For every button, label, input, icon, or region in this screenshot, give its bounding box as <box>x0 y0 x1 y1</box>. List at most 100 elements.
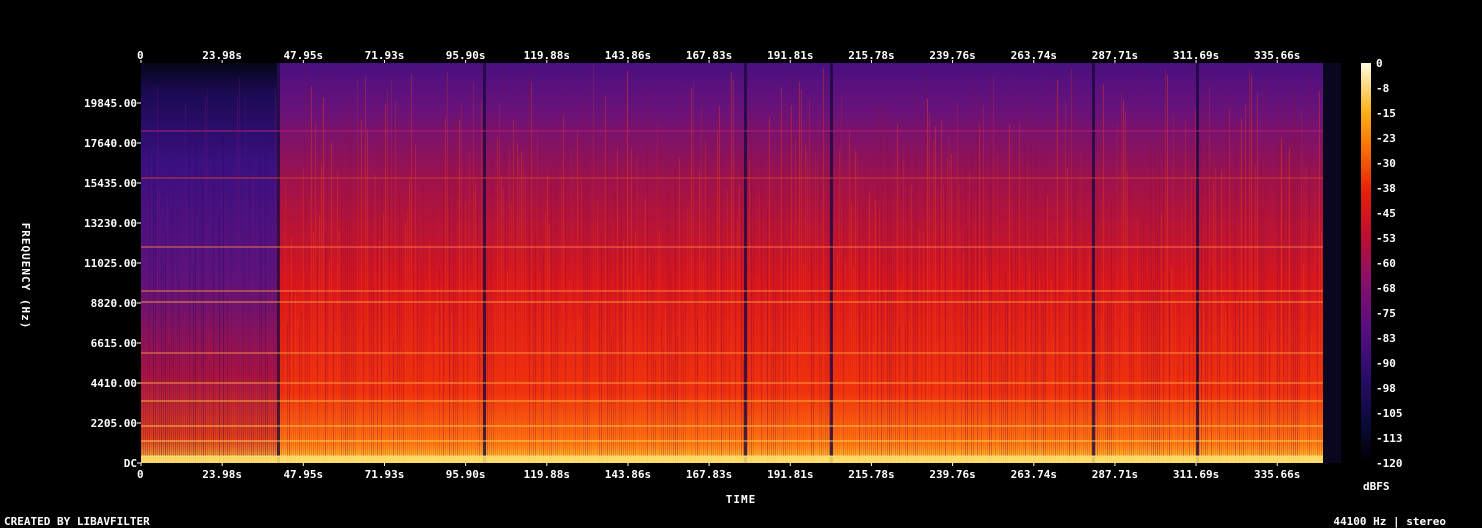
texture-stripe <box>525 173 526 463</box>
texture-stripe <box>631 148 632 463</box>
texture-stripe <box>971 73 972 464</box>
texture-stripe <box>1303 263 1304 463</box>
texture-stripe <box>323 97 324 463</box>
y-tick-label: 6615.00 <box>91 337 137 350</box>
texture-stripe <box>913 193 914 463</box>
texture-stripe <box>1227 88 1228 463</box>
texture-stripe <box>891 163 892 463</box>
texture-stripe <box>981 99 982 463</box>
colorbar-tick-label: -105 <box>1376 407 1403 420</box>
texture-stripe <box>325 231 326 463</box>
footer-credit: CREATED BY LIBAVFILTER <box>4 515 150 528</box>
texture-stripe <box>761 90 762 463</box>
texture-stripe <box>951 153 952 463</box>
texture-stripe <box>849 131 850 463</box>
texture-stripe <box>1283 108 1284 463</box>
texture-stripe <box>225 193 226 464</box>
texture-stripe <box>985 256 986 463</box>
texture-stripe <box>961 195 962 463</box>
texture-stripe <box>505 64 506 464</box>
texture-stripe <box>1293 105 1294 463</box>
texture-stripe <box>899 324 900 463</box>
texture-stripe <box>893 258 894 463</box>
texture-stripe <box>1117 123 1118 464</box>
texture-stripe <box>609 223 610 463</box>
texture-stripe <box>261 228 262 463</box>
texture-stripe <box>925 68 926 464</box>
texture-stripe <box>1181 205 1182 463</box>
texture-stripe <box>937 342 938 463</box>
texture-stripe <box>141 362 142 463</box>
texture-stripe <box>943 185 944 463</box>
texture-stripe <box>581 177 582 463</box>
texture-stripe <box>741 145 742 464</box>
texture-stripe <box>775 290 776 463</box>
texture-stripe <box>603 356 604 463</box>
texture-stripe <box>309 238 310 463</box>
texture-stripe <box>1317 264 1318 463</box>
texture-stripe <box>215 291 216 463</box>
texture-stripe <box>237 98 238 463</box>
texture-stripe <box>875 199 876 463</box>
texture-stripe <box>889 122 890 463</box>
texture-stripe <box>313 231 314 463</box>
texture-stripe <box>1289 148 1290 463</box>
texture-stripe <box>1203 291 1204 463</box>
texture-stripe <box>1173 114 1174 464</box>
texture-stripe <box>1121 91 1122 464</box>
texture-stripe <box>147 200 148 464</box>
texture-stripe <box>757 275 758 463</box>
texture-stripe <box>1295 89 1296 464</box>
texture-stripe <box>733 79 734 463</box>
texture-harmonic <box>141 440 1323 442</box>
texture-stripe <box>585 153 586 463</box>
texture-stripe <box>189 81 190 463</box>
texture-stripe <box>681 80 682 464</box>
texture-gap <box>277 63 280 463</box>
texture-stripe <box>845 257 846 463</box>
texture-stripe <box>387 90 388 463</box>
texture-stripe <box>193 263 194 463</box>
texture-stripe <box>749 160 750 463</box>
y-tick-label: 19845.00 <box>84 97 137 110</box>
texture-stripe <box>347 116 348 463</box>
texture-stripe <box>695 247 696 463</box>
texture-harmonic <box>141 290 1323 292</box>
texture-stripe <box>675 166 676 463</box>
texture-stripe <box>521 151 522 463</box>
texture-stripe <box>223 92 224 464</box>
texture-stripe <box>151 150 152 464</box>
texture-stripe <box>815 152 816 463</box>
texture-stripe <box>817 161 818 464</box>
texture-stripe <box>615 166 616 463</box>
texture-stripe <box>949 136 950 464</box>
texture-stripe <box>363 324 364 463</box>
texture-stripe <box>449 149 450 463</box>
texture-stripe <box>653 252 654 463</box>
texture-stripe <box>693 81 694 463</box>
texture-stripe <box>493 326 494 463</box>
texture-stripe <box>885 293 886 463</box>
colorbar-title: dBFS <box>1363 480 1390 493</box>
texture-stripe <box>655 359 656 463</box>
texture-stripe <box>791 105 792 463</box>
texture-stripe <box>251 269 252 463</box>
texture-stripe <box>523 159 524 464</box>
texture-stripe <box>371 179 372 463</box>
texture-stripe <box>1151 132 1152 464</box>
y-tick-label: 4410.00 <box>91 377 137 390</box>
y-tick-label: 13230.00 <box>84 217 137 230</box>
texture-stripe <box>145 264 146 463</box>
texture-stripe <box>531 81 532 464</box>
texture-stripe <box>1095 328 1096 463</box>
texture-stripe <box>389 147 390 463</box>
texture-bass <box>141 456 1323 463</box>
texture-stripe <box>415 145 416 463</box>
texture-stripe <box>253 173 254 463</box>
texture-stripe <box>173 90 174 463</box>
texture-stripe <box>735 177 736 463</box>
texture-stripe <box>1015 64 1016 464</box>
texture-stripe <box>671 270 672 463</box>
texture-stripe <box>283 330 284 463</box>
texture-stripe <box>1075 169 1076 463</box>
